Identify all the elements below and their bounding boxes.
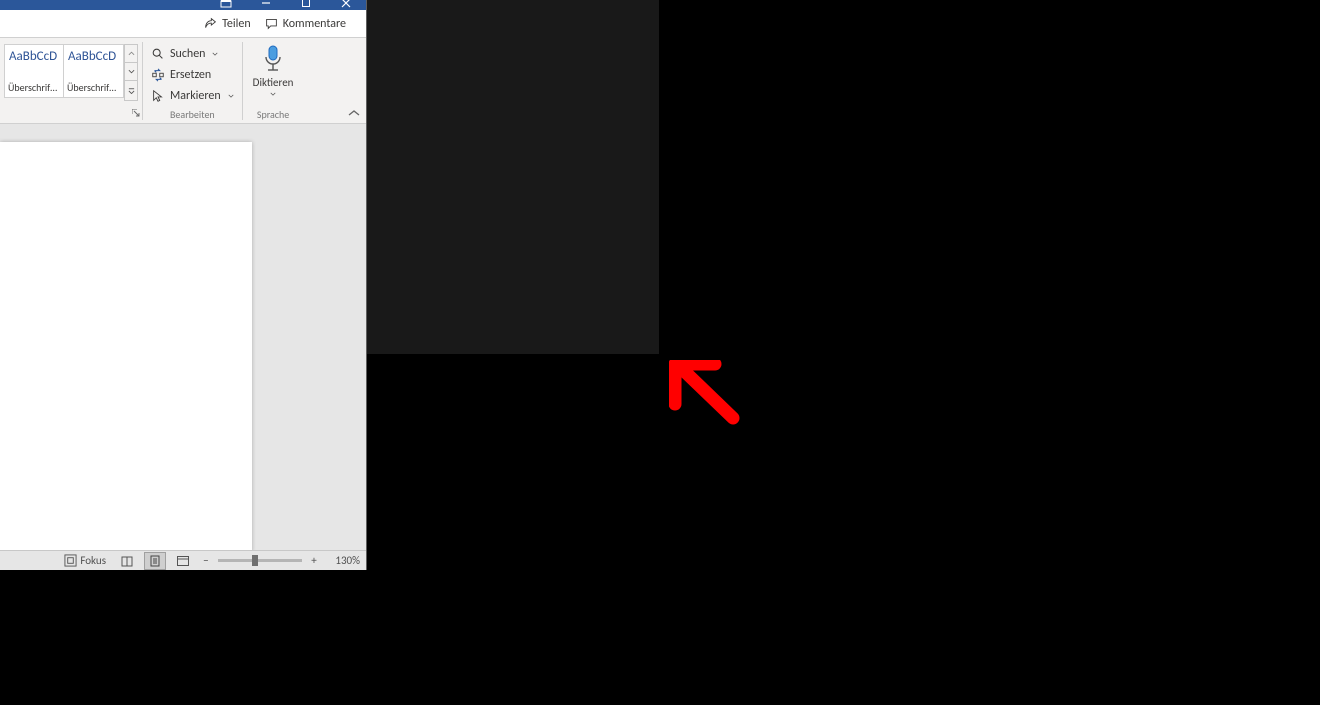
status-bar: Fokus − + 130%: [0, 550, 366, 570]
replace-label: Ersetzen: [170, 68, 211, 82]
chevron-up-icon: [128, 50, 135, 57]
comments-icon: [265, 17, 278, 30]
select-button[interactable]: Markieren: [147, 86, 238, 106]
styles-group-label: [0, 107, 142, 123]
share-icon: [204, 17, 217, 30]
select-label: Markieren: [170, 89, 221, 103]
editing-group-label: Bearbeiten: [143, 107, 242, 123]
style-tile-heading1[interactable]: AaBbCcD Überschrif…: [4, 44, 64, 98]
styles-gallery-down[interactable]: [125, 63, 137, 81]
red-arrow-annotation: [669, 360, 743, 426]
more-line-icon: [128, 87, 135, 94]
styles-group: AaBbCcD Überschrif… AaBbCcD Überschrif…: [0, 38, 142, 123]
share-label: Teilen: [222, 17, 251, 31]
web-layout-button[interactable]: [172, 552, 194, 570]
window-controls: [206, 0, 366, 8]
web-layout-icon: [176, 554, 190, 568]
find-label: Suchen: [170, 47, 205, 61]
chevron-down-icon: [212, 51, 218, 57]
chevron-down-icon: [269, 91, 277, 97]
focus-mode-button[interactable]: Fokus: [60, 552, 110, 570]
style-sample: AaBbCcD: [64, 45, 123, 64]
editing-group: Suchen Ersetzen Markieren Bearbeiten: [143, 38, 242, 123]
ribbon: AaBbCcD Überschrif… AaBbCcD Überschrif…: [0, 38, 366, 124]
find-button[interactable]: Suchen: [147, 44, 238, 64]
microphone-icon: [261, 44, 285, 74]
titlebar: [0, 0, 366, 10]
read-mode-icon: [120, 554, 134, 568]
collapse-ribbon-button[interactable]: [348, 107, 360, 121]
replace-button[interactable]: Ersetzen: [147, 65, 238, 85]
print-layout-icon: [148, 554, 162, 568]
comments-button[interactable]: Kommentare: [259, 13, 352, 35]
focus-icon: [64, 554, 77, 567]
minimize-button[interactable]: [246, 0, 286, 8]
print-layout-button[interactable]: [144, 552, 166, 570]
ribbon-display-button[interactable]: [206, 0, 246, 8]
style-name: Überschrif…: [5, 81, 63, 97]
voice-group: Diktieren Sprache: [243, 38, 304, 123]
cursor-icon: [151, 89, 165, 103]
close-button[interactable]: [326, 0, 366, 8]
styles-dialog-launcher[interactable]: [132, 107, 140, 121]
style-tile-heading2[interactable]: AaBbCcD Überschrif…: [64, 44, 124, 98]
zoom-slider: − +: [200, 554, 320, 567]
secondary-dark-panel: [367, 0, 659, 354]
dictate-label: Diktieren: [253, 76, 294, 89]
read-mode-button[interactable]: [116, 552, 138, 570]
zoom-in-button[interactable]: +: [308, 554, 320, 567]
maximize-button[interactable]: [286, 0, 326, 8]
style-sample: AaBbCcD: [5, 45, 63, 64]
top-actions-row: Teilen Kommentare: [0, 10, 366, 38]
chevron-down-icon: [128, 68, 135, 75]
voice-group-label: Sprache: [243, 107, 304, 123]
search-icon: [151, 47, 165, 61]
document-page[interactable]: [0, 142, 252, 550]
style-name: Überschrif…: [64, 81, 123, 97]
zoom-out-button[interactable]: −: [200, 554, 212, 567]
zoom-track[interactable]: [218, 559, 302, 562]
zoom-thumb[interactable]: [252, 555, 258, 566]
chevron-down-icon: [228, 93, 234, 99]
chevron-up-icon: [348, 109, 360, 117]
zoom-level-label[interactable]: 130%: [326, 554, 360, 567]
word-window: Teilen Kommentare AaBbCcD Überschrif… Aa…: [0, 0, 367, 570]
document-area[interactable]: [0, 124, 366, 550]
styles-gallery-spinner: [124, 44, 138, 101]
dictate-button[interactable]: Diktieren: [253, 44, 294, 97]
share-button[interactable]: Teilen: [198, 13, 257, 35]
dialog-launcher-icon: [132, 109, 140, 117]
styles-gallery-more[interactable]: [125, 81, 137, 100]
focus-label: Fokus: [80, 554, 106, 567]
replace-icon: [151, 68, 165, 82]
styles-gallery-up[interactable]: [125, 45, 137, 63]
comments-label: Kommentare: [283, 17, 346, 31]
